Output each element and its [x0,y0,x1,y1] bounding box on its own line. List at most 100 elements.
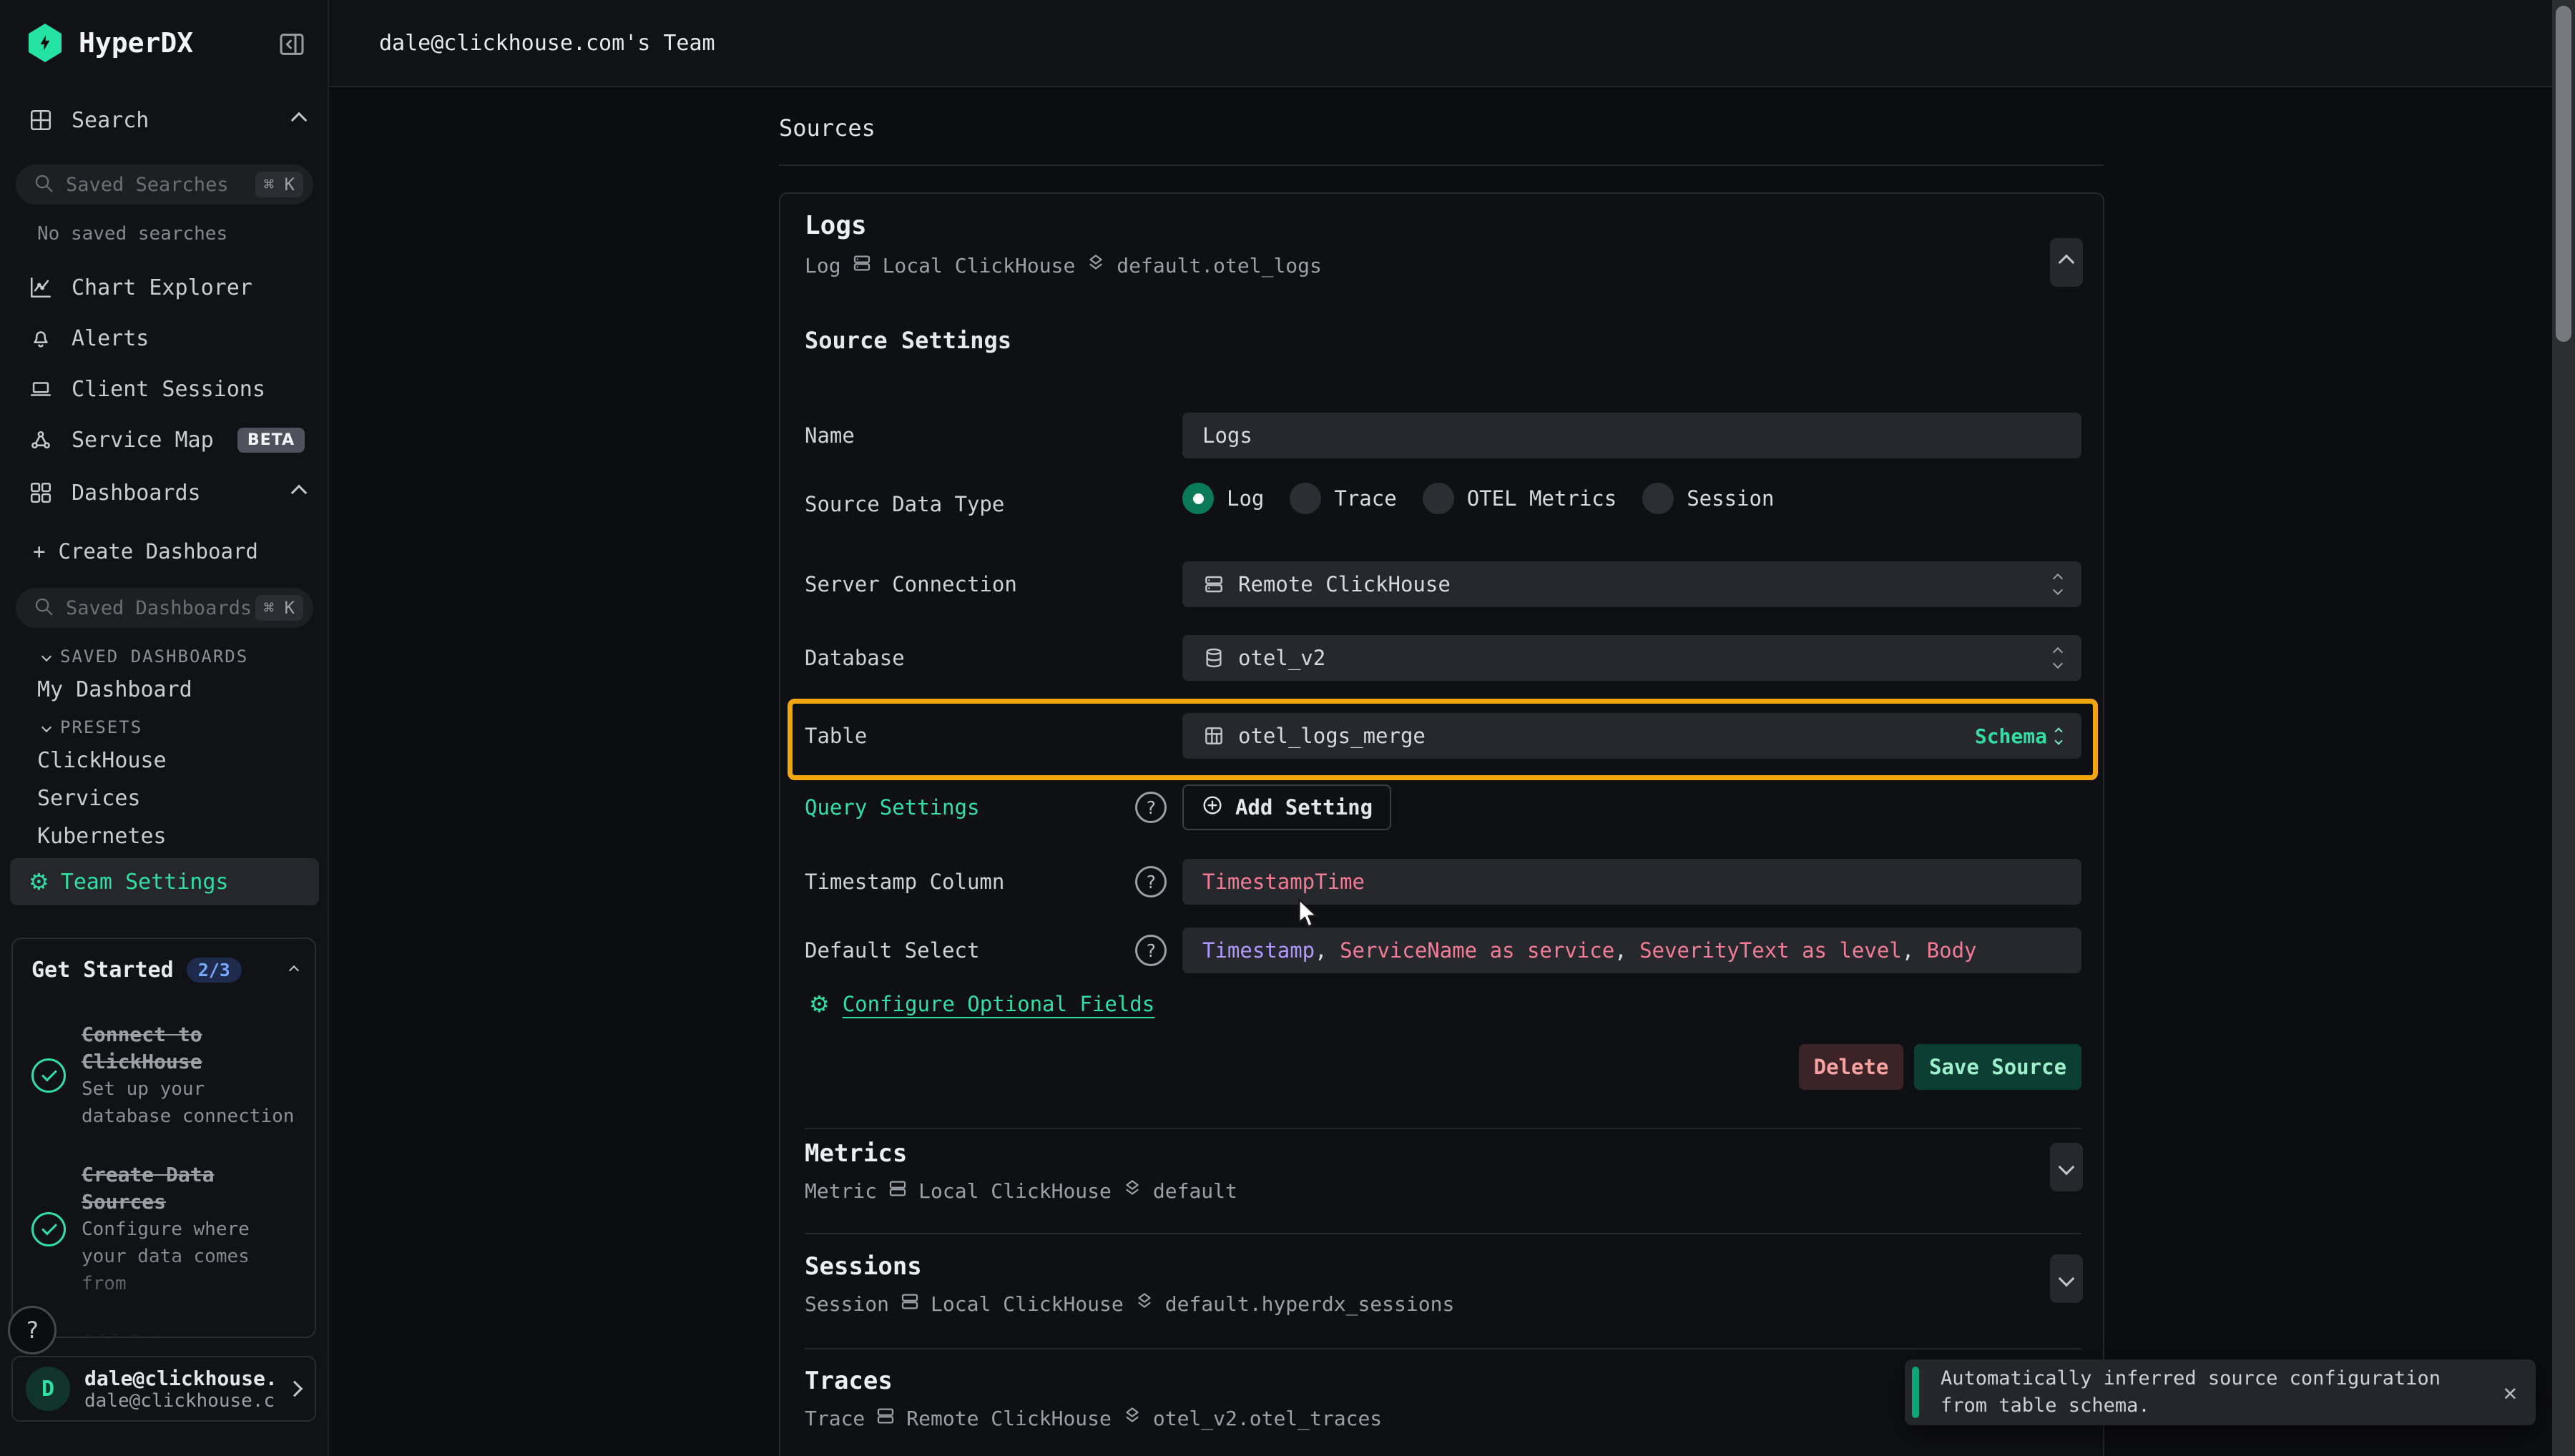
add-setting-label: Add Setting [1235,795,1373,820]
sources-card: Logs Log Local ClickHouse default.otel_l… [779,192,2104,1456]
question-circle-icon[interactable]: ? [1135,935,1167,966]
sidebar-collapse-icon[interactable] [278,30,306,59]
profile-card[interactable]: D dale@clickhouse.… dale@clickhouse.c… [11,1356,316,1422]
progress-badge: 2/3 [187,958,242,983]
source-type-text: Log [805,254,841,277]
sidebar-item-services[interactable]: Services [37,786,141,811]
layers-icon [1122,1178,1143,1204]
question-circle-icon[interactable]: ? [1135,866,1167,897]
sidebar-item-label: Client Sessions [72,377,265,402]
presets-section-header[interactable]: PRESETS [43,717,142,737]
schema-badge[interactable]: Schema [1975,724,2061,748]
default-select-input[interactable]: Timestamp, ServiceName as service, Sever… [1182,928,2081,973]
configure-link-label: Configure Optional Fields [843,992,1155,1016]
sidebar-item-team-settings[interactable]: ⚙ Team Settings [10,858,319,905]
expand-sessions-button[interactable] [2050,1254,2083,1303]
toast-accent-bar [1912,1367,1919,1418]
sidebar-item-label: Alerts [72,326,149,351]
expand-metrics-button[interactable] [2050,1143,2083,1191]
select-chevrons-icon [2054,575,2061,594]
beta-badge: BETA [237,428,305,453]
server-icon [851,252,873,279]
radio-session[interactable]: Session [1642,483,1774,514]
question-circle-icon[interactable]: ? [1135,792,1167,823]
select-chevrons-icon [2054,649,2061,667]
get-started-item-connect[interactable]: Connect to ClickHouse Set up your databa… [13,1021,315,1130]
chevron-down-icon [41,651,52,661]
search-icon [33,172,54,197]
get-started-item-desc: Configure where your data comes from [82,1216,300,1297]
layers-icon [1122,1405,1143,1432]
server-name-text: Remote ClickHouse [906,1407,1112,1430]
table-value: otel_logs_merge [1238,724,1426,748]
get-started-header[interactable]: Get Started 2/3 [13,939,315,990]
chevron-up-icon [2059,255,2075,271]
help-button[interactable]: ? [8,1306,57,1354]
sidebar-item-client-sessions[interactable]: Client Sessions [0,368,329,410]
section-label: SAVED DASHBOARDS [60,646,248,666]
sql-token: ServiceName as service [1340,938,1614,963]
chevron-right-icon [287,1381,303,1397]
sidebar-item-service-map[interactable]: Service Map BETA [0,418,329,461]
saved-dashboards-input[interactable]: Saved Dashboards ⌘ K [16,588,313,628]
timestamp-column-input[interactable]: TimestampTime [1182,859,2081,905]
question-mark-icon: ? [25,1317,39,1344]
server-icon [875,1405,896,1432]
gear-icon: ⚙ [809,990,830,1018]
create-dashboard-label: Create Dashboard [58,539,258,564]
sidebar-item-kubernetes[interactable]: Kubernetes [37,824,167,849]
add-setting-button[interactable]: Add Setting [1182,784,1391,830]
sidebar-item-dashboards[interactable]: Dashboards [0,471,329,514]
server-connection-value: Remote ClickHouse [1238,572,1451,596]
source-data-type-label: Source Data Type [805,488,1004,520]
question-mark: ? [1145,872,1156,892]
toast-line1: Automatically inferred source configurat… [1941,1365,2441,1392]
table-name-text: otel_v2.otel_traces [1153,1407,1382,1430]
save-source-button[interactable]: Save Source [1914,1044,2081,1090]
table-select[interactable]: otel_logs_merge Schema [1182,713,2081,759]
configure-optional-fields-link[interactable]: ⚙ Configure Optional Fields [809,990,1154,1018]
scrollbar-thumb[interactable] [2556,6,2571,342]
sidebar-item-label: Search [72,108,149,133]
radio-icon [1423,483,1454,514]
create-dashboard-button[interactable]: + Create Dashboard [0,530,329,573]
get-started-item-add-data[interactable]: 3 Add Data Start sending logs, metrics, … [13,1329,315,1338]
sidebar-item-search[interactable]: Search [0,99,329,142]
server-name-text: Local ClickHouse [918,1179,1112,1203]
layers-icon [1085,252,1107,279]
toast-notification: Automatically inferred source configurat… [1905,1359,2536,1425]
source-type-text: Session [805,1292,889,1316]
saved-searches-input[interactable]: Saved Searches ⌘ K [16,164,313,205]
question-mark: ? [1145,940,1156,961]
radio-log[interactable]: Log [1182,483,1264,514]
collapse-logs-button[interactable] [2050,238,2083,287]
sidebar-item-chart-explorer[interactable]: Chart Explorer [0,266,329,309]
layers-icon [1134,1291,1155,1317]
radio-icon [1290,483,1321,514]
radio-label: OTEL Metrics [1467,486,1617,511]
radio-otel-metrics[interactable]: OTEL Metrics [1423,483,1617,514]
database-select[interactable]: otel_v2 [1182,635,2081,681]
chevron-down-icon [2059,1271,2075,1287]
team-settings-label: Team Settings [61,870,229,895]
sidebar-item-alerts[interactable]: Alerts [0,317,329,360]
schema-label: Schema [1975,724,2047,748]
delete-button[interactable]: Delete [1799,1044,1903,1090]
saved-dashboards-section-header[interactable]: SAVED DASHBOARDS [43,646,248,666]
divider [779,164,2104,166]
server-connection-select[interactable]: Remote ClickHouse [1182,561,2081,607]
sidebar-item-my-dashboard[interactable]: My Dashboard [37,677,192,702]
plus-circle-icon [1201,794,1224,822]
get-started-item-create-sources[interactable]: Create Data Sources Configure where your… [13,1161,315,1297]
get-started-item-desc: Set up your database connection [82,1076,300,1130]
sidebar-item-clickhouse[interactable]: ClickHouse [37,748,167,773]
close-icon[interactable]: ✕ [2503,1379,2517,1406]
radio-selected-icon [1182,483,1214,514]
laptop-icon [29,377,60,401]
get-started-panel: Get Started 2/3 Connect to ClickHouse Se… [11,938,316,1338]
server-icon [899,1291,921,1317]
sidebar-item-label: Service Map [72,428,214,453]
radio-trace[interactable]: Trace [1290,483,1396,514]
name-input[interactable]: Logs [1182,413,2081,458]
radio-icon [1642,483,1674,514]
